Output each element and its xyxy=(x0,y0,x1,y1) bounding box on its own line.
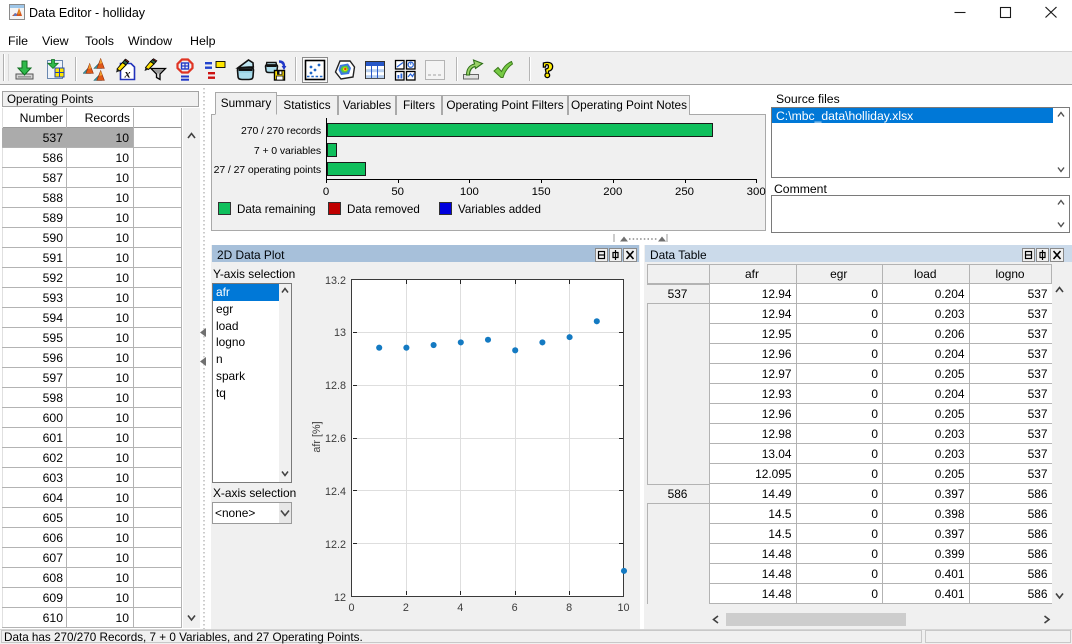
svg-text:x: x xyxy=(124,67,131,81)
svg-text:?: ? xyxy=(543,58,554,82)
